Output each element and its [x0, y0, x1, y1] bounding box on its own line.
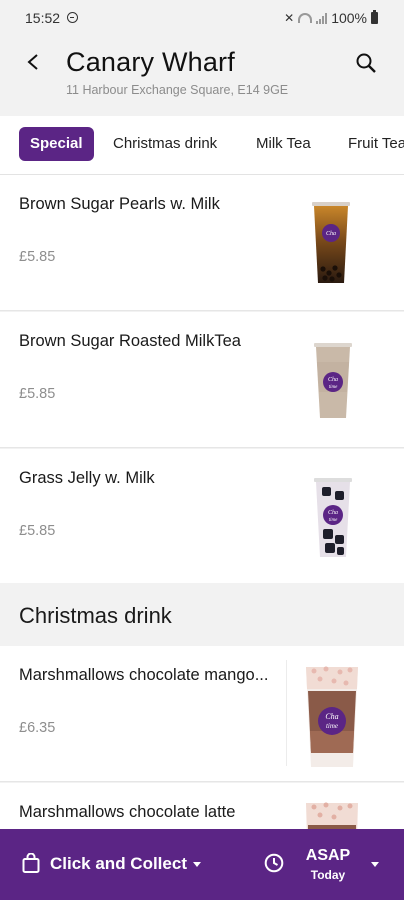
item-price: £5.85	[19, 386, 56, 402]
status-icons: ✕ 100%	[284, 10, 378, 26]
divider	[0, 447, 404, 448]
store-title: Canary Wharf	[66, 47, 235, 77]
section-title: Christmas drink	[19, 603, 172, 628]
battery-percent: 100%	[331, 10, 367, 26]
image-divider	[286, 660, 287, 766]
item-price: £5.85	[19, 523, 56, 539]
tab-fruit-tea[interactable]: Fruit Tea	[348, 127, 404, 161]
divider	[0, 781, 404, 782]
svg-text:time: time	[326, 722, 338, 730]
search-icon[interactable]	[355, 52, 377, 74]
status-time: 15:52	[25, 10, 61, 26]
item-name: Marshmallows chocolate mango...	[19, 666, 269, 684]
marshmallow-chocolate-image: Cha time	[306, 666, 358, 767]
wifi-icon	[298, 13, 313, 23]
roasted-milk-tea-image: Cha time	[314, 343, 352, 418]
menu-list: Brown Sugar Pearls w. Milk £5.85 Cha Bro…	[0, 175, 404, 829]
svg-text:Cha: Cha	[328, 377, 338, 383]
menu-item[interactable]: Marshmallows chocolate mango... £6.35 Ch…	[0, 646, 404, 782]
menu-item[interactable]: Grass Jelly w. Milk £5.85 Cha time	[0, 449, 404, 585]
svg-text:time: time	[329, 518, 338, 523]
grass-jelly-image: Cha time	[314, 478, 352, 557]
status-bar: 15:52 ✕ 100%	[0, 0, 404, 36]
item-name: Brown Sugar Pearls w. Milk	[19, 195, 220, 213]
item-name: Grass Jelly w. Milk	[19, 469, 155, 487]
marshmallow-latte-image	[306, 802, 358, 829]
menu-item[interactable]: Brown Sugar Pearls w. Milk £5.85 Cha	[0, 175, 404, 311]
store-address: 11 Harbour Exchange Square, E14 9GE	[66, 83, 289, 97]
store-header: Canary Wharf 11 Harbour Exchange Square,…	[0, 36, 404, 116]
order-bar: Click and Collect ASAP Today	[0, 829, 404, 900]
battery-icon	[371, 10, 378, 24]
svg-text:Cha: Cha	[328, 510, 338, 516]
tab-milk-tea[interactable]: Milk Tea	[256, 127, 311, 161]
mute-icon: ✕	[284, 11, 295, 25]
menu-item[interactable]: Marshmallows chocolate latte	[0, 783, 404, 829]
clock-icon	[264, 853, 284, 873]
pickup-day: Today	[310, 868, 346, 882]
signal-icon	[316, 12, 328, 24]
tab-christmas-drink[interactable]: Christmas drink	[113, 127, 217, 161]
item-price: £6.35	[19, 720, 56, 736]
item-price: £5.85	[19, 249, 56, 265]
item-name: Brown Sugar Roasted MilkTea	[19, 332, 241, 350]
item-name: Marshmallows chocolate latte	[19, 803, 236, 821]
section-header: Christmas drink	[0, 583, 404, 645]
brown-sugar-pearls-image: Cha	[312, 202, 350, 283]
chevron-down-icon[interactable]	[371, 862, 379, 867]
pickup-time-selector[interactable]: ASAP	[304, 847, 352, 865]
order-mode-selector[interactable]: Click and Collect	[50, 854, 187, 874]
shopping-bag-icon	[22, 853, 40, 873]
tab-special[interactable]: Special	[19, 127, 94, 161]
do-not-disturb-icon	[67, 12, 78, 23]
svg-text:Cha: Cha	[326, 231, 336, 237]
back-arrow-icon[interactable]	[26, 54, 42, 70]
category-tabs: Special Christmas drink Milk Tea Fruit T…	[0, 116, 404, 175]
chevron-down-icon[interactable]	[193, 862, 201, 867]
svg-text:time: time	[329, 385, 338, 390]
divider	[0, 310, 404, 311]
svg-text:Cha: Cha	[325, 712, 338, 721]
menu-item[interactable]: Brown Sugar Roasted MilkTea £5.85 Cha ti…	[0, 312, 404, 448]
